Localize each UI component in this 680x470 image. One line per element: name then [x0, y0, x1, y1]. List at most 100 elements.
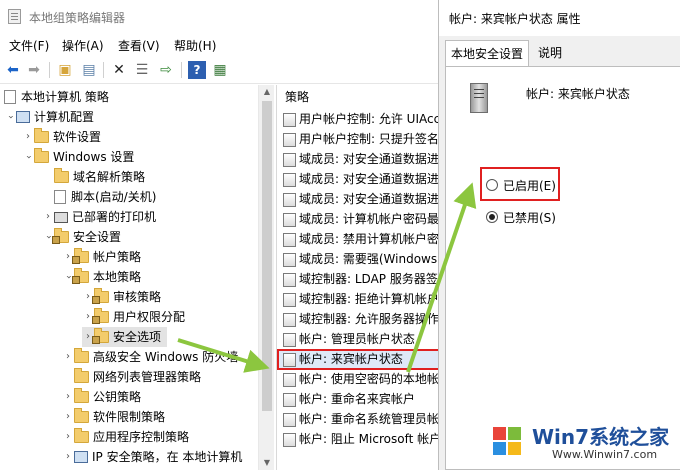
policy-row[interactable]: 域控制器: 拒绝计算机帐户密: [277, 289, 438, 310]
radio-disabled-label: 已禁用(S): [503, 210, 556, 225]
tree-scrollbar[interactable]: ▲ ▼: [258, 85, 274, 470]
policy-row-label: 帐户: 阻止 Microsoft 帐户: [299, 432, 438, 446]
policy-row[interactable]: 帐户: 管理员帐户状态: [277, 329, 438, 350]
menu-file[interactable]: 文件(F): [9, 37, 49, 54]
delete-icon[interactable]: ✕: [110, 61, 128, 79]
chevron-right-icon[interactable]: ›: [62, 347, 74, 367]
policy-setting-icon: [283, 312, 296, 327]
policy-row[interactable]: 帐户: 重命名系统管理员帐: [277, 409, 438, 430]
security-folder-icon: [92, 288, 109, 304]
policy-row-label: 域成员: 计算机帐户密码最: [299, 212, 438, 226]
scroll-up-icon[interactable]: ▲: [259, 85, 275, 99]
radio-disabled[interactable]: 已禁用(S): [486, 207, 556, 227]
tree-item-advanced-firewall[interactable]: › 高级安全 Windows 防火墙: [62, 347, 238, 367]
radio-circle-selected[interactable]: [486, 211, 498, 223]
tree-item-local-policies[interactable]: › 本地策略: [62, 267, 141, 287]
menu-view[interactable]: 查看(V): [118, 37, 160, 54]
tree-item-app-control[interactable]: › 应用程序控制策略: [62, 427, 189, 447]
chevron-right-icon[interactable]: ›: [62, 407, 74, 427]
radio-enabled[interactable]: 已启用(E): [486, 175, 556, 195]
chevron-right-icon[interactable]: ›: [22, 127, 34, 147]
policy-row[interactable]: 域控制器: LDAP 服务器签名: [277, 269, 438, 290]
forward-arrow-icon[interactable]: ➡: [25, 61, 43, 79]
folder-icon: [34, 148, 49, 163]
policy-row-label: 域控制器: 拒绝计算机帐户密: [299, 292, 438, 306]
chevron-right-icon[interactable]: ›: [62, 387, 74, 407]
policy-row[interactable]: 用户帐户控制: 允许 UIAccess: [277, 109, 438, 130]
show-hide-tree-icon[interactable]: ▤: [80, 61, 98, 79]
scroll-down-icon[interactable]: ▼: [259, 456, 275, 470]
tree-item-label: 软件限制策略: [93, 410, 166, 424]
tab-explain[interactable]: 说明: [533, 42, 567, 66]
view-icon[interactable]: ▦: [211, 61, 229, 79]
tree-item-label: 用户权限分配: [113, 310, 186, 324]
toolbar-separator: [181, 62, 182, 78]
export-icon[interactable]: ⇨: [157, 61, 175, 79]
policy-row[interactable]: 域控制器: 允许服务器操作: [277, 309, 438, 330]
policy-setting-icon: [283, 272, 296, 287]
policy-row[interactable]: 域成员: 计算机帐户密码最: [277, 209, 438, 230]
policy-row[interactable]: 域成员: 对安全通道数据进行: [277, 149, 438, 170]
tree-item-public-key-policies[interactable]: › 公钥策略: [62, 387, 141, 407]
tree-item-security-options[interactable]: › 安全选项: [82, 327, 168, 347]
tree-item-ip-security[interactable]: › IP 安全策略，在 本地计算机: [62, 447, 242, 467]
chevron-right-icon[interactable]: ›: [42, 207, 54, 227]
policy-setting-icon: [283, 252, 296, 267]
toolbar: ⬅ ➡ ▣ ▤ ✕ ☰ ⇨ ? ▦: [0, 57, 438, 84]
menu-action[interactable]: 操作(A): [62, 37, 104, 54]
tree-item-audit-policy[interactable]: › 审核策略: [82, 287, 161, 307]
properties-dialog: 帐户: 来宾帐户状态 属性 本地安全设置 说明 帐户: 来宾帐户状态 已启用(E…: [438, 0, 680, 470]
policy-row[interactable]: 帐户: 重命名来宾帐户: [277, 389, 438, 410]
policy-setting-icon: [283, 372, 296, 387]
chevron-right-icon[interactable]: ›: [62, 427, 74, 447]
policy-row[interactable]: 域成员: 禁用计算机帐户密码: [277, 229, 438, 250]
radio-circle[interactable]: [486, 179, 498, 191]
tree-item-label: 安全设置: [73, 230, 122, 244]
tree-item-name-resolution-policy[interactable]: › 域名解析策略: [42, 167, 145, 187]
tree-item-account-policies[interactable]: › 帐户策略: [62, 247, 141, 267]
policy-setting-icon: [283, 132, 296, 147]
policy-row[interactable]: 帐户: 使用空密码的本地帐: [277, 369, 438, 390]
folder-icon: [74, 408, 89, 423]
policy-list: 策略 用户帐户控制: 允许 UIAccess 用户帐户控制: 只提升签名并域成员:…: [276, 85, 438, 470]
tree-item-windows-settings[interactable]: › Windows 设置: [22, 147, 134, 167]
tree-item-user-rights[interactable]: › 用户权限分配: [82, 307, 185, 327]
policy-row-guest-account-status[interactable]: 帐户: 来宾帐户状态: [277, 349, 438, 370]
tree-item-label: 帐户策略: [93, 250, 142, 264]
policy-setting-icon: [283, 172, 296, 187]
policy-row[interactable]: 域成员: 对安全通道数据进行: [277, 189, 438, 210]
tree-item-scripts[interactable]: › 脚本(启动/关机): [42, 187, 156, 207]
policy-row[interactable]: 帐户: 阻止 Microsoft 帐户: [277, 429, 438, 450]
tree-item-software-settings[interactable]: › 软件设置: [22, 127, 101, 147]
chevron-down-icon[interactable]: ›: [0, 111, 20, 123]
security-folder-icon: [92, 328, 109, 344]
policy-setting-icon: [283, 192, 296, 207]
tree-item-label: 软件设置: [53, 130, 102, 144]
tree-item-label: 应用程序控制策略: [93, 430, 190, 444]
policy-setting-icon: [283, 232, 296, 247]
tab-local-security-setting[interactable]: 本地安全设置: [445, 40, 530, 66]
watermark-brand: Win7系统之家: [532, 425, 670, 449]
policy-row[interactable]: 域成员: 需要强(Windows: [277, 249, 438, 270]
tree-item-computer-config[interactable]: › 计算机配置: [4, 107, 94, 127]
dialog-title-bar: 帐户: 来宾帐户状态 属性: [439, 0, 680, 36]
scroll-thumb[interactable]: [262, 101, 272, 411]
back-arrow-icon[interactable]: ⬅: [4, 61, 22, 79]
tree-item-label: IP 安全策略，在 本地计算机: [92, 450, 243, 464]
tree-item-software-restriction[interactable]: › 软件限制策略: [62, 407, 165, 427]
tree-item-label: 已部署的打印机: [72, 210, 157, 224]
column-header-policy[interactable]: 策略: [277, 85, 438, 109]
tree-item-local-computer-policy[interactable]: 本地计算机 策略: [4, 87, 109, 107]
properties-icon[interactable]: ☰: [133, 61, 151, 79]
tree-item-network-list-manager[interactable]: › 网络列表管理器策略: [62, 367, 201, 387]
chevron-right-icon[interactable]: ›: [62, 447, 74, 467]
up-folder-icon[interactable]: ▣: [56, 61, 74, 79]
policy-row[interactable]: 用户帐户控制: 只提升签名并: [277, 129, 438, 150]
tree-item-deployed-printers[interactable]: › 已部署的打印机: [42, 207, 156, 227]
help-icon[interactable]: ?: [188, 61, 206, 79]
tree-item-security-settings[interactable]: › 安全设置: [42, 227, 121, 247]
menu-help[interactable]: 帮助(H): [174, 37, 216, 54]
windows-logo-icon: [484, 418, 530, 464]
policy-row[interactable]: 域成员: 对安全通道数据进行: [277, 169, 438, 190]
policy-setting-icon: [283, 392, 296, 407]
